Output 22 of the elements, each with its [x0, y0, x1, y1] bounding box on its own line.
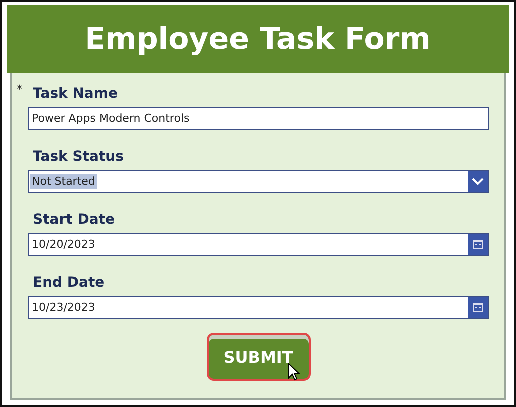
date-field[interactable]: 10/20/2023 [28, 233, 489, 256]
required-marker: * [17, 83, 22, 96]
cursor-icon [288, 363, 300, 381]
field-label: Task Name [32, 86, 118, 102]
calendar-icon [473, 240, 483, 249]
field-label: End Date [32, 275, 105, 291]
submit-button[interactable]: SUBMIT [206, 333, 310, 381]
calendar-icon [473, 303, 483, 312]
field-label: Start Date [32, 212, 115, 228]
field-value: 10/20/2023 [31, 237, 96, 252]
date-field[interactable]: 10/23/2023 [28, 296, 489, 319]
field-value: Not Started [30, 174, 98, 189]
status-dropdown[interactable]: Not Started [28, 170, 489, 193]
dropdown-button[interactable] [468, 171, 488, 192]
form-title: Employee Task Form [85, 22, 431, 56]
chevron-down-icon [472, 178, 484, 186]
input-field[interactable]: Power Apps Modern Controls [28, 107, 489, 130]
field-label: Task Status [32, 149, 124, 165]
field-value: 10/23/2023 [31, 300, 96, 315]
calendar-button[interactable] [468, 297, 488, 318]
calendar-button[interactable] [468, 234, 488, 255]
field-value: Power Apps Modern Controls [31, 111, 191, 126]
